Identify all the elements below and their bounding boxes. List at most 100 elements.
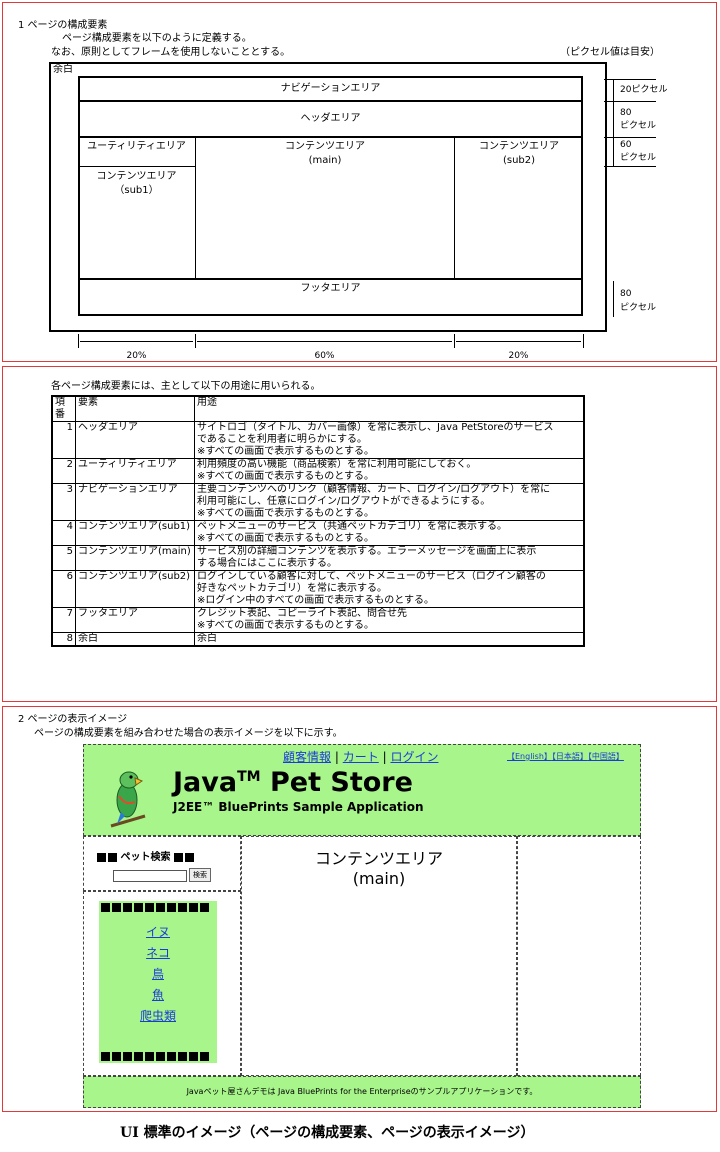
contents-sub1-sub: （sub1） [114,185,159,196]
mock-lang-links: 【English】【日本語】【中国語】 [507,752,624,762]
row-element: コンテンツエリア(sub2) [75,570,195,608]
pet-search-button[interactable]: 検索 [189,868,211,882]
row-usage: ペットメニューのサービス（共通ペットカテゴリ）を常に表示する。 ※すべての画面で表… [194,520,585,546]
row-element: コンテンツエリア(sub1) [75,520,195,546]
contents-sub2-label: コンテンツエリア [479,141,559,152]
contents-sub1-label: コンテンツエリア [96,171,177,182]
row-usage: サービス別の詳細コンテンツを表示する。エラーメッセージを画面上に表示 する場合には… [194,545,585,571]
header-usage: 用途 [194,395,585,422]
table-row: 8 余白 余白 [51,632,585,647]
dimension-line [80,341,193,342]
lang-link-japanese[interactable]: 【日本語】 [552,752,588,761]
row-element: ヘッダエリア [75,421,195,459]
pet-menu: イヌ ネコ 鳥 魚 爬虫類 [99,901,217,1063]
section1-line2: なお、原則としてフレームを使用しないこととする。 [51,47,291,58]
dim-80: 80 [620,108,632,118]
parrot-logo-icon [110,771,146,828]
row-no: 3 [51,483,76,521]
width-right: 20% [508,351,529,361]
row-usage: 主要コンテンツへのリンク（顧客情報、カート、ログイン/ログアウト）を常に 利用可能… [194,483,585,521]
row-no: 1 [51,421,76,459]
page-display-image: 顧客情報 | カート | ログイン 【English】【日本語】【中国語】 Ja… [83,744,641,1108]
usage-table: 項番 要素 用途 1 ヘッダエリア サイトロゴ（タイトル、カバー画像）を常に表示… [51,395,585,647]
mock-main-sub: (main) [352,869,406,888]
store-title-java: Java [173,767,238,798]
table-header-row: 項番 要素 用途 [51,395,585,422]
row-no: 8 [51,632,76,647]
pet-link-cat[interactable]: ネコ [99,943,217,964]
figure-caption: UI 標準のイメージ（ページの構成要素、ページの表示イメージ） [120,1125,535,1141]
row-usage: 余白 [194,632,585,647]
pet-search-title: ペット検索 [120,852,171,863]
width-center: 60% [314,351,335,361]
dimension-tick [454,334,455,348]
row-usage: クレジット表記、コピーライト表記、問合せ先 ※すべての画面で表示するものとする。 [194,607,585,633]
pet-link-dog[interactable]: イヌ [99,922,217,943]
table-row: 3 ナビゲーションエリア 主要コンテンツへのリンク（顧客情報、カート、ログイン/… [51,483,585,521]
header-area-label: ヘッダエリア [300,113,361,124]
row-no: 2 [51,458,76,484]
table-row: 7 フッタエリア クレジット表記、コピーライト表記、問合せ先 ※すべての画面で表示… [51,607,585,633]
row-element: コンテンツエリア(main) [75,545,195,571]
store-title: JavaTM Pet Store [173,762,413,798]
mock-contents-sub2 [517,836,641,1076]
row-element: ユーティリティエリア [75,458,195,484]
pet-link-fish[interactable]: 魚 [99,985,217,1006]
store-title-tm: TM [237,769,261,785]
table-row: 2 ユーティリティエリア 利用頻度の高い機能（商品検索）を常に利用可能にしておく… [51,458,585,484]
dimension-line [604,166,656,167]
row-element: ナビゲーションエリア [75,483,195,521]
row-element: 余白 [75,632,195,647]
footer-area-label: フッタエリア [300,283,361,294]
lang-link-english[interactable]: 【English】 [507,752,552,761]
row-usage: 利用頻度の高い機能（商品検索）を常に利用可能にしておく。 ※すべての画面で表示する… [194,458,585,484]
dim-footer-80: 80 [620,289,632,299]
pet-link-bird[interactable]: 鳥 [99,964,217,985]
dimension-tick [583,334,584,348]
row-no: 6 [51,570,76,608]
store-subtitle: J2EE™ BluePrints Sample Application [173,800,424,814]
pet-link-reptile[interactable]: 爬虫類 [99,1006,217,1027]
divider [78,100,583,102]
table-row: 6 コンテンツエリア(sub2) ログインしている顧客に対して、ペットメニューの… [51,570,585,608]
table-row: 5 コンテンツエリア(main) サービス別の詳細コンテンツを表示する。エラーメ… [51,545,585,571]
dimension-line [604,137,656,138]
row-element: フッタエリア [75,607,195,633]
dim-footer-unit: ピクセル [620,303,657,313]
pixel-note: （ピクセル値は目安） [560,47,660,58]
header-no: 項番 [51,395,76,422]
lang-link-chinese[interactable]: 【中国語】 [588,752,624,761]
row-no: 7 [51,607,76,633]
dim-60: 60 [620,140,632,150]
dim-80-unit: ピクセル [620,121,657,131]
pet-search-input[interactable] [113,870,187,882]
navigation-area-label: ナビゲーションエリア [280,83,381,94]
dimension-tick [78,334,79,348]
pet-menu-bar-bottom [101,1052,209,1061]
contents-main-label: コンテンツエリア [285,141,365,152]
dimension-line [604,101,656,102]
table-intro: 各ページ構成要素には、主として以下の用途に用いられる。 [51,381,321,392]
contents-main-sub: (main) [308,155,342,166]
mock-main-label: コンテンツエリア [314,849,443,868]
dim-60-unit: ピクセル [620,153,657,163]
contents-sub2-sub: (sub2) [502,155,536,166]
row-no: 4 [51,520,76,546]
dimension-tick [195,334,196,348]
dimension-line [613,80,614,166]
section2-line1: ページの構成要素を組み合わせた場合の表示イメージを以下に示す。 [34,728,343,739]
store-title-rest: Pet Store [260,767,413,798]
header-element: 要素 [75,395,195,422]
section2-heading: 2 ページの表示イメージ [18,714,128,725]
pet-search-heading: ペット検索 [97,852,194,864]
width-left: 20% [126,351,147,361]
section1-heading: 1 ページの構成要素 [18,20,108,31]
table-row: 1 ヘッダエリア サイトロゴ（タイトル、カバー画像）を常に表示し、Java Pe… [51,421,585,459]
row-usage: ログインしている顧客に対して、ペットメニューのサービス（ログイン顧客の 好きなペッ… [194,570,585,608]
divider [78,136,583,138]
divider [78,278,583,280]
utility-area-label: ユーティリティエリア [87,141,186,152]
mock-footer-text: Javaペット屋さんデモは Java BluePrints for the En… [186,1087,538,1096]
dimension-line [197,341,452,342]
section1-line1: ページ構成要素を以下のように定義する。 [62,33,252,44]
